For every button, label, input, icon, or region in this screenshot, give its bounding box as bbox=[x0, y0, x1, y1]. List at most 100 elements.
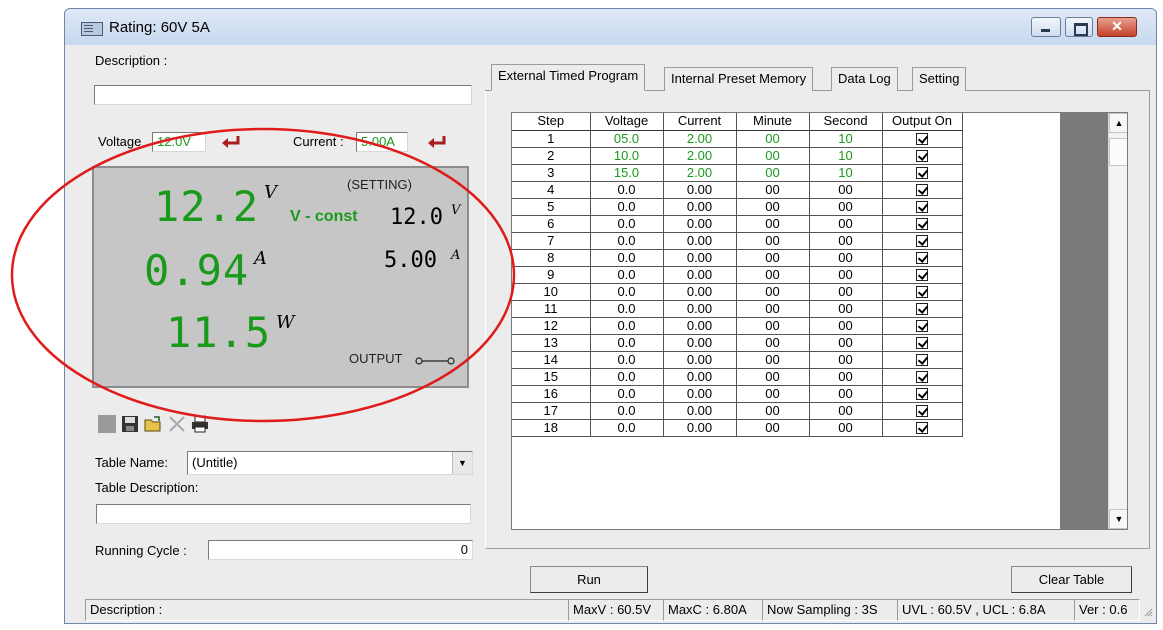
scroll-up-icon[interactable]: ▲ bbox=[1109, 113, 1127, 133]
tab-setting[interactable]: Setting bbox=[912, 67, 967, 91]
cell-current[interactable]: 0.00 bbox=[663, 351, 737, 369]
output-on-checkbox[interactable] bbox=[916, 371, 928, 384]
chevron-down-icon[interactable]: ▼ bbox=[452, 452, 472, 474]
output-on-checkbox[interactable] bbox=[916, 269, 928, 282]
cell-current[interactable]: 0.00 bbox=[663, 300, 737, 318]
cell-voltage[interactable]: 0.0 bbox=[590, 300, 664, 318]
cell-current[interactable]: 0.00 bbox=[663, 198, 737, 216]
cell-second[interactable]: 00 bbox=[809, 300, 883, 318]
cell-minute[interactable]: 00 bbox=[736, 266, 810, 284]
cell-second[interactable]: 00 bbox=[809, 266, 883, 284]
cell-voltage[interactable]: 0.0 bbox=[590, 181, 664, 199]
running-cycle-input[interactable]: 0 bbox=[208, 540, 473, 560]
minimize-button[interactable] bbox=[1031, 17, 1061, 37]
tab-data-log[interactable]: Data Log bbox=[831, 67, 898, 91]
cell-second[interactable]: 00 bbox=[809, 385, 883, 403]
cell-second[interactable]: 00 bbox=[809, 351, 883, 369]
cell-second[interactable]: 00 bbox=[809, 215, 883, 233]
table-row[interactable]: 10 0.0 0.00 00 00 bbox=[512, 283, 963, 301]
cell-second[interactable]: 00 bbox=[809, 198, 883, 216]
cell-minute[interactable]: 00 bbox=[736, 385, 810, 403]
cell-voltage[interactable]: 0.0 bbox=[590, 402, 664, 420]
cell-minute[interactable]: 00 bbox=[736, 249, 810, 267]
tab-external-timed-program[interactable]: External Timed Program bbox=[491, 64, 646, 91]
table-row[interactable]: 6 0.0 0.00 00 00 bbox=[512, 215, 963, 233]
output-on-checkbox[interactable] bbox=[916, 337, 928, 350]
output-on-checkbox[interactable] bbox=[916, 422, 928, 435]
cell-voltage[interactable]: 0.0 bbox=[590, 249, 664, 267]
tab-internal-preset-memory[interactable]: Internal Preset Memory bbox=[664, 67, 814, 91]
cell-second[interactable]: 10 bbox=[809, 130, 883, 148]
table-row[interactable]: 2 10.0 2.00 00 10 bbox=[512, 147, 963, 165]
cell-current[interactable]: 0.00 bbox=[663, 419, 737, 437]
close-button[interactable]: ✕ bbox=[1097, 17, 1137, 37]
column-header-second[interactable]: Second bbox=[809, 113, 883, 131]
table-row[interactable]: 7 0.0 0.00 00 00 bbox=[512, 232, 963, 250]
cell-second[interactable]: 00 bbox=[809, 419, 883, 437]
cell-minute[interactable]: 00 bbox=[736, 215, 810, 233]
cell-current[interactable]: 0.00 bbox=[663, 266, 737, 284]
cell-second[interactable]: 00 bbox=[809, 334, 883, 352]
output-on-checkbox[interactable] bbox=[916, 133, 928, 146]
cell-voltage[interactable]: 0.0 bbox=[590, 198, 664, 216]
table-row[interactable]: 4 0.0 0.00 00 00 bbox=[512, 181, 963, 199]
cell-voltage[interactable]: 0.0 bbox=[590, 334, 664, 352]
cell-voltage[interactable]: 0.0 bbox=[590, 266, 664, 284]
table-row[interactable]: 5 0.0 0.00 00 00 bbox=[512, 198, 963, 216]
table-row[interactable]: 12 0.0 0.00 00 00 bbox=[512, 317, 963, 335]
cell-voltage[interactable]: 0.0 bbox=[590, 368, 664, 386]
cell-minute[interactable]: 00 bbox=[736, 419, 810, 437]
cell-second[interactable]: 00 bbox=[809, 402, 883, 420]
output-on-checkbox[interactable] bbox=[916, 184, 928, 197]
cell-second[interactable]: 10 bbox=[809, 164, 883, 182]
output-on-checkbox[interactable] bbox=[916, 201, 928, 214]
table-row[interactable]: 14 0.0 0.00 00 00 bbox=[512, 351, 963, 369]
cell-current[interactable]: 2.00 bbox=[663, 164, 737, 182]
output-on-checkbox[interactable] bbox=[916, 405, 928, 418]
table-row[interactable]: 11 0.0 0.00 00 00 bbox=[512, 300, 963, 318]
cell-minute[interactable]: 00 bbox=[736, 130, 810, 148]
table-row[interactable]: 1 05.0 2.00 00 10 bbox=[512, 130, 963, 148]
maximize-button[interactable] bbox=[1065, 17, 1093, 37]
scroll-thumb[interactable] bbox=[1109, 138, 1127, 166]
table-row[interactable]: 3 15.0 2.00 00 10 bbox=[512, 164, 963, 182]
cell-voltage[interactable]: 0.0 bbox=[590, 351, 664, 369]
column-header-current[interactable]: Current bbox=[663, 113, 737, 131]
output-on-checkbox[interactable] bbox=[916, 354, 928, 367]
cell-voltage[interactable]: 0.0 bbox=[590, 317, 664, 335]
run-button[interactable]: Run bbox=[530, 566, 648, 593]
cell-voltage[interactable]: 10.0 bbox=[590, 147, 664, 165]
column-header-minute[interactable]: Minute bbox=[736, 113, 810, 131]
cell-current[interactable]: 2.00 bbox=[663, 147, 737, 165]
cell-current[interactable]: 2.00 bbox=[663, 130, 737, 148]
cell-voltage[interactable]: 05.0 bbox=[590, 130, 664, 148]
table-row[interactable]: 8 0.0 0.00 00 00 bbox=[512, 249, 963, 267]
table-row[interactable]: 13 0.0 0.00 00 00 bbox=[512, 334, 963, 352]
output-on-checkbox[interactable] bbox=[916, 286, 928, 299]
table-description-input[interactable] bbox=[96, 504, 471, 524]
cell-second[interactable]: 00 bbox=[809, 368, 883, 386]
cell-voltage[interactable]: 0.0 bbox=[590, 232, 664, 250]
cell-second[interactable]: 00 bbox=[809, 317, 883, 335]
cell-voltage[interactable]: 0.0 bbox=[590, 215, 664, 233]
column-header-step[interactable]: Step bbox=[512, 113, 591, 131]
cell-minute[interactable]: 00 bbox=[736, 147, 810, 165]
cell-minute[interactable]: 00 bbox=[736, 181, 810, 199]
resize-grip-icon[interactable] bbox=[1143, 607, 1153, 617]
scroll-down-icon[interactable]: ▼ bbox=[1109, 509, 1127, 529]
cell-minute[interactable]: 00 bbox=[736, 232, 810, 250]
cell-current[interactable]: 0.00 bbox=[663, 232, 737, 250]
cell-minute[interactable]: 00 bbox=[736, 334, 810, 352]
output-on-checkbox[interactable] bbox=[916, 150, 928, 163]
cell-minute[interactable]: 00 bbox=[736, 351, 810, 369]
cell-current[interactable]: 0.00 bbox=[663, 334, 737, 352]
cell-minute[interactable]: 00 bbox=[736, 198, 810, 216]
output-on-checkbox[interactable] bbox=[916, 235, 928, 248]
cell-second[interactable]: 00 bbox=[809, 232, 883, 250]
output-on-checkbox[interactable] bbox=[916, 252, 928, 265]
description-input[interactable] bbox=[94, 85, 472, 105]
cell-current[interactable]: 0.00 bbox=[663, 402, 737, 420]
clear-table-button[interactable]: Clear Table bbox=[1011, 566, 1132, 593]
cell-voltage[interactable]: 0.0 bbox=[590, 385, 664, 403]
table-row[interactable]: 16 0.0 0.00 00 00 bbox=[512, 385, 963, 403]
